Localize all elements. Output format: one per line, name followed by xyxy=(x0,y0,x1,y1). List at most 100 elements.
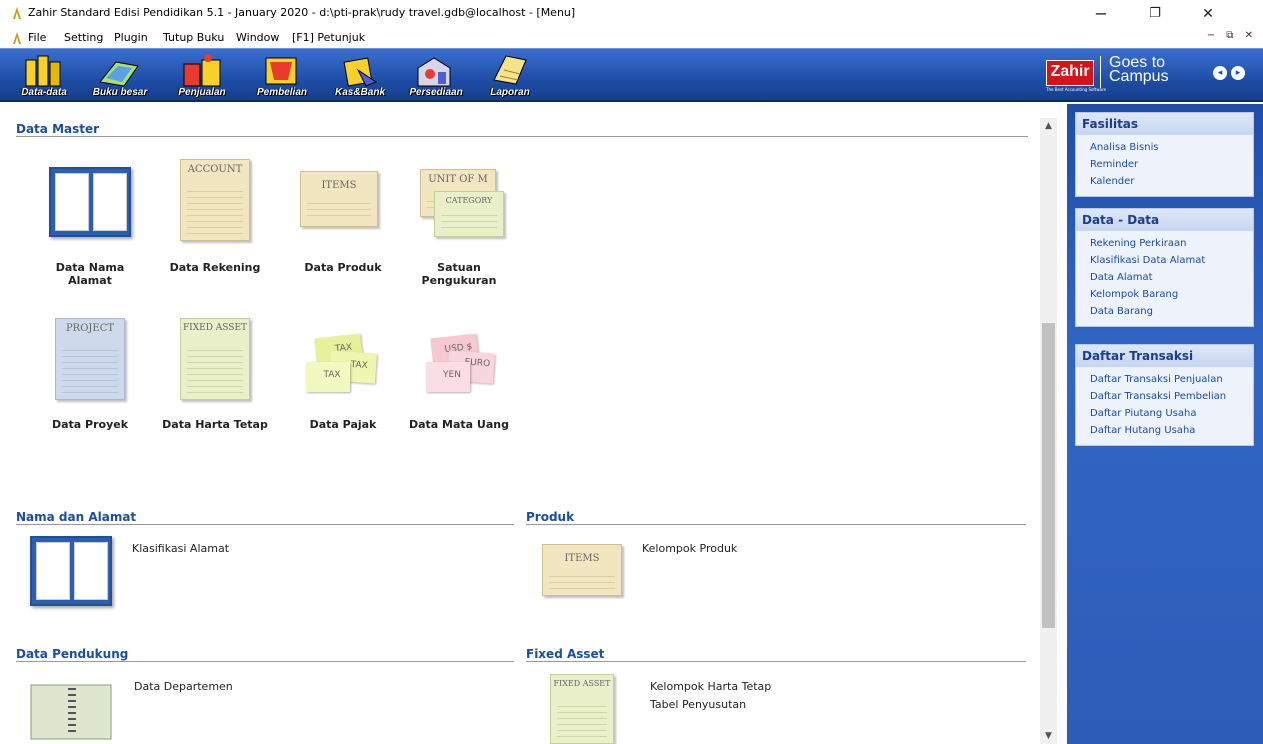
items-sheet-icon: ITEMS xyxy=(300,171,378,227)
panel-title: Daftar Transaksi xyxy=(1076,345,1253,367)
toolbar-data-data[interactable]: Data-data xyxy=(14,52,74,100)
minimize-button[interactable]: − xyxy=(1081,2,1121,26)
goes-to-campus-logo: Goes to Campus xyxy=(1100,55,1169,88)
zahir-logo: Zahir xyxy=(1046,60,1094,86)
toolbar-persediaan[interactable]: Persediaan xyxy=(406,52,466,100)
items-sheet-icon[interactable]: ITEMS xyxy=(542,544,622,596)
toolbar-label: Buku besar xyxy=(92,87,148,98)
link-tabel-penyusutan[interactable]: Tabel Penyusutan xyxy=(650,698,746,711)
panel-title: Fasilitas xyxy=(1076,113,1253,135)
link-analisa-bisnis[interactable]: Analisa Bisnis xyxy=(1076,139,1253,156)
app-icon xyxy=(13,7,21,19)
link-kelompok-barang[interactable]: Kelompok Barang xyxy=(1076,286,1253,303)
section-data-pendukung-title: Data Pendukung xyxy=(16,647,129,661)
menu-file[interactable]: File xyxy=(28,31,46,44)
link-data-barang[interactable]: Data Barang xyxy=(1076,303,1253,320)
scroll-up-icon[interactable]: ▲ xyxy=(1040,118,1057,134)
restore-button[interactable]: ❐ xyxy=(1135,2,1175,26)
link-klasifikasi-data-alamat[interactable]: Klasifikasi Data Alamat xyxy=(1076,252,1253,269)
main-content: Data Master Data Nama Alamat ACCOUNT Dat… xyxy=(0,104,1040,744)
sheet-header: FIXED ASSET xyxy=(553,679,611,688)
vertical-scrollbar[interactable]: ▲ ▼ xyxy=(1040,118,1057,744)
notebook-icon[interactable] xyxy=(30,684,112,740)
card-label: Data Nama Alamat xyxy=(55,261,125,287)
currency-note: YEN xyxy=(426,362,470,392)
inventory-icon xyxy=(417,57,451,87)
toolbar-penjualan[interactable]: Penjualan xyxy=(172,52,232,100)
campus-line2: Campus xyxy=(1109,68,1169,85)
card-label: Data Harta Tetap xyxy=(162,418,268,431)
link-daftar-transaksi-pembelian[interactable]: Daftar Transaksi Pembelian xyxy=(1076,388,1253,405)
menu-plugin[interactable]: Plugin xyxy=(114,31,148,44)
section-produk-title: Produk xyxy=(526,510,575,524)
right-sidebar: Fasilitas Analisa Bisnis Reminder Kalend… xyxy=(1067,104,1263,744)
link-data-alamat[interactable]: Data Alamat xyxy=(1076,269,1253,286)
project-sheet-icon: PROJECT xyxy=(55,318,125,400)
address-book-icon[interactable] xyxy=(30,536,112,606)
card-label: Data Rekening xyxy=(169,261,261,274)
toolbar-label: Pembelian xyxy=(256,87,308,98)
panel-title: Data - Data xyxy=(1076,209,1253,231)
fixed-asset-sheet-icon[interactable]: FIXED ASSET xyxy=(550,674,614,744)
section-divider xyxy=(16,136,1028,137)
sheet-header: ITEMS xyxy=(321,180,357,191)
card-label: Data Proyek xyxy=(51,418,129,431)
prev-arrow-icon[interactable]: ◂ xyxy=(1213,66,1227,80)
panel-data-data: Data - Data Rekening Perkiraan Klasifika… xyxy=(1075,208,1254,327)
tax-note: TAX xyxy=(306,362,350,392)
sheet-header: UNIT OF M xyxy=(428,174,488,185)
panel-fasilitas: Fasilitas Analisa Bisnis Reminder Kalend… xyxy=(1075,112,1254,197)
link-reminder[interactable]: Reminder xyxy=(1076,156,1253,173)
sheet-header: PROJECT xyxy=(65,323,115,334)
card-label: Satuan Pengukuran xyxy=(421,261,497,287)
link-rekening-perkiraan[interactable]: Rekening Perkiraan xyxy=(1076,235,1253,252)
link-kalender[interactable]: Kalender xyxy=(1076,173,1253,190)
card-label: Data Pajak xyxy=(309,418,377,431)
sales-gift-icon xyxy=(183,54,221,87)
address-book-icon xyxy=(49,167,131,237)
toolbar-label: Data-data xyxy=(21,87,67,98)
card-label: Data Produk xyxy=(304,261,382,274)
link-klasifikasi-alamat[interactable]: Klasifikasi Alamat xyxy=(132,542,229,555)
section-divider xyxy=(16,661,514,662)
sheet-header: FIXED ASSET xyxy=(182,323,248,333)
link-kelompok-produk[interactable]: Kelompok Produk xyxy=(642,542,737,555)
zahir-tagline: The Best Accounting Software xyxy=(1046,87,1107,92)
toolbar-label: Laporan xyxy=(490,87,530,98)
mdi-window-controls[interactable]: − ⧉ ✕ xyxy=(1207,30,1257,41)
cash-bank-icon xyxy=(343,57,378,87)
app-menu-icon[interactable] xyxy=(12,32,22,44)
report-scroll-icon xyxy=(493,55,527,85)
window-title: Zahir Standard Edisi Pendidikan 5.1 - Ja… xyxy=(28,6,576,19)
section-data-master-title: Data Master xyxy=(16,122,100,136)
ledger-icon xyxy=(99,61,139,87)
toolbar-pembelian[interactable]: Pembelian xyxy=(252,52,312,100)
link-data-departemen[interactable]: Data Departemen xyxy=(134,680,233,693)
close-button[interactable]: ✕ xyxy=(1188,2,1228,26)
scroll-down-icon[interactable]: ▼ xyxy=(1040,728,1057,744)
link-daftar-transaksi-penjualan[interactable]: Daftar Transaksi Penjualan xyxy=(1076,371,1253,388)
section-nama-alamat-title: Nama dan Alamat xyxy=(16,510,137,524)
sheet-header: ITEMS xyxy=(564,553,600,564)
menu-petunjuk[interactable]: [F1] Petunjuk xyxy=(292,31,365,44)
menu-bar: File Setting Plugin Tutup Buku Window [F… xyxy=(0,28,1263,48)
sheet-header: CATEGORY xyxy=(445,196,493,205)
toolbar-kas-bank[interactable]: Kas&Bank xyxy=(330,52,390,100)
menu-tutup-buku[interactable]: Tutup Buku xyxy=(163,31,224,44)
purchase-icon xyxy=(265,57,297,85)
scroll-thumb[interactable] xyxy=(1042,323,1055,628)
card-label: Data Mata Uang xyxy=(408,418,509,431)
menu-setting[interactable]: Setting xyxy=(64,31,103,44)
link-daftar-piutang-usaha[interactable]: Daftar Piutang Usaha xyxy=(1076,405,1253,422)
section-divider xyxy=(16,524,514,525)
next-arrow-icon[interactable]: ▸ xyxy=(1231,66,1245,80)
link-daftar-hutang-usaha[interactable]: Daftar Hutang Usaha xyxy=(1076,422,1253,439)
sheet-header: ACCOUNT xyxy=(187,164,243,175)
menu-window[interactable]: Window xyxy=(236,31,279,44)
account-sheet-icon: ACCOUNT xyxy=(180,159,250,241)
link-kelompok-harta-tetap[interactable]: Kelompok Harta Tetap xyxy=(650,680,771,693)
data-data-icon xyxy=(25,55,61,87)
toolbar-laporan[interactable]: Laporan xyxy=(480,52,540,100)
toolbar-buku-besar[interactable]: Buku besar xyxy=(90,52,150,100)
title-bar: Zahir Standard Edisi Pendidikan 5.1 - Ja… xyxy=(0,0,1263,26)
